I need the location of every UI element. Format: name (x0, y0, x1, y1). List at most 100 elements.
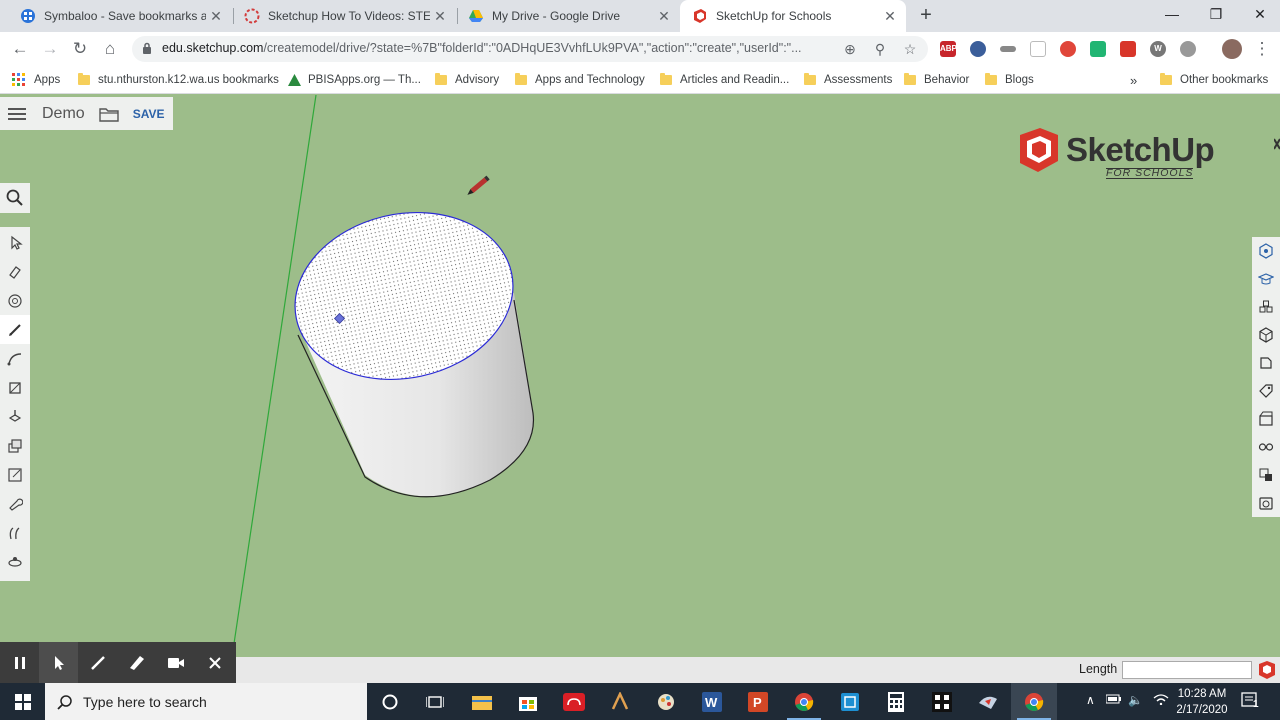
wifi-icon[interactable] (1153, 693, 1169, 708)
display-icon[interactable] (1252, 433, 1280, 461)
bookmarks-overflow-icon[interactable]: » (1130, 72, 1137, 88)
outliner-icon[interactable] (1252, 461, 1280, 489)
minimize-icon[interactable]: — (1150, 0, 1194, 30)
close-icon[interactable] (195, 642, 234, 683)
star-icon[interactable]: ☆ (900, 39, 920, 59)
tab-google-drive[interactable]: My Drive - Google Drive ✕ (456, 0, 680, 32)
sketchup-taskbar-icon[interactable] (965, 683, 1011, 720)
paint-bucket-tool-icon[interactable] (0, 286, 30, 315)
extension-megaphone-icon[interactable] (1120, 41, 1136, 57)
push-pull-tool-icon[interactable] (0, 402, 30, 431)
close-icon[interactable]: ✕ (654, 8, 674, 25)
pen-icon[interactable] (78, 642, 117, 683)
task-view-icon[interactable] (412, 683, 458, 720)
bookmark-blogs[interactable]: Blogs (985, 72, 1034, 88)
bookmark-other[interactable]: Other bookmarks (1160, 72, 1268, 88)
arc-tool-icon[interactable] (0, 344, 30, 373)
styles-icon[interactable] (1252, 349, 1280, 377)
scale-tool-icon[interactable] (0, 460, 30, 489)
open-folder-icon[interactable] (98, 106, 119, 122)
paint-app-icon[interactable] (643, 683, 689, 720)
components-icon[interactable] (1252, 293, 1280, 321)
maximize-icon[interactable]: ❐ (1194, 0, 1238, 30)
zoom-icon[interactable]: ⚲ (870, 39, 890, 59)
chevron-up-icon[interactable]: ∧ (1086, 693, 1095, 707)
sketchup-status-icon[interactable] (1258, 660, 1276, 680)
orbit-tool-icon[interactable] (0, 518, 30, 547)
bookmark-advisory[interactable]: Advisory (435, 72, 499, 88)
materials-icon[interactable] (1252, 321, 1280, 349)
reload-icon[interactable]: ↻ (68, 37, 92, 61)
sketch-app-icon[interactable] (597, 683, 643, 720)
eraser-tool-icon[interactable] (0, 257, 30, 286)
select-tool-icon[interactable] (0, 228, 30, 257)
hamburger-icon[interactable] (8, 107, 26, 120)
pause-icon[interactable] (0, 642, 39, 683)
file-explorer-icon[interactable] (459, 683, 505, 720)
bookmark-articles[interactable]: Articles and Readin... (660, 72, 789, 88)
extension-cloud-icon[interactable] (970, 41, 986, 57)
tab-symbaloo[interactable]: Symbaloo - Save bookmarks and ✕ (8, 0, 232, 32)
extension-misc-icon[interactable] (1180, 41, 1196, 57)
chrome-icon[interactable] (781, 683, 827, 720)
bookmark-assessments[interactable]: Assessments (804, 72, 892, 88)
entity-info-icon[interactable] (1252, 237, 1280, 265)
windows-start-icon[interactable] (0, 683, 45, 720)
bookmark-pbisapps[interactable]: PBISApps.org — Th... (288, 72, 421, 88)
calculator-icon[interactable] (873, 683, 919, 720)
cortana-icon[interactable] (367, 683, 413, 720)
instructor-icon[interactable] (1252, 265, 1280, 293)
extension-key-icon[interactable] (1000, 46, 1016, 52)
extension-grammar-icon[interactable] (1090, 41, 1106, 57)
scenes-icon[interactable] (1252, 405, 1280, 433)
tab-sketchup-videos[interactable]: Sketchup How To Videos: STEM & ✕ (232, 0, 456, 32)
camera-icon[interactable] (156, 642, 195, 683)
word-icon[interactable]: W (689, 683, 735, 720)
tab-sketchup-schools[interactable]: SketchUp for Schools ✕ (680, 0, 906, 32)
window-close-icon[interactable]: ✕ (1238, 0, 1280, 30)
bookmark-stu[interactable]: stu.nthurston.k12.wa.us bookmarks (78, 72, 279, 88)
avatar[interactable] (1222, 39, 1242, 59)
notification-icon[interactable]: 1 (1240, 691, 1262, 713)
move-tool-icon[interactable] (0, 431, 30, 460)
volume-icon[interactable]: 🔈 (1128, 693, 1143, 707)
extension-doc-icon[interactable] (1030, 41, 1046, 57)
bookmark-apps[interactable]: Apps (12, 72, 60, 88)
chrome-active-icon[interactable] (1011, 683, 1057, 720)
wordpress-icon[interactable]: W (1150, 41, 1166, 57)
battery-icon[interactable] (1105, 693, 1122, 707)
bookmark-behavior[interactable]: Behavior (904, 72, 969, 88)
code-app-icon[interactable] (919, 683, 965, 720)
walk-tool-icon[interactable] (0, 547, 30, 576)
close-icon[interactable]: ✕ (430, 8, 450, 25)
close-panel-icon[interactable] (1273, 135, 1280, 185)
forward-icon[interactable]: → (38, 37, 62, 61)
menu-dots-icon[interactable]: ⋮ (1250, 37, 1274, 61)
cursor-icon[interactable] (39, 642, 78, 683)
rectangle-tool-icon[interactable] (0, 373, 30, 402)
install-app-icon[interactable]: ⊕ (840, 39, 860, 59)
document-name[interactable]: Demo (42, 105, 85, 123)
measurement-input[interactable] (1122, 661, 1252, 679)
tape-measure-tool-icon[interactable] (0, 489, 30, 518)
taskbar-search[interactable]: Type here to search (45, 683, 367, 720)
system-clock[interactable]: 10:28 AM 2/17/2020 (1172, 686, 1232, 718)
tags-icon[interactable] (1252, 377, 1280, 405)
store-icon[interactable] (505, 683, 551, 720)
close-icon[interactable]: ✕ (206, 8, 226, 25)
search-icon[interactable] (0, 183, 30, 213)
close-icon[interactable]: ✕ (880, 8, 900, 25)
adobe-cloud-icon[interactable] (551, 683, 597, 720)
powerpoint-icon[interactable]: P (735, 683, 781, 720)
address-bar[interactable]: edu.sketchup.com/createmodel/drive/?stat… (132, 36, 928, 62)
home-icon[interactable]: ⌂ (98, 37, 122, 61)
back-icon[interactable]: ← (8, 37, 32, 61)
new-tab-button[interactable]: + (914, 4, 938, 28)
solid-inspector-icon[interactable] (1252, 489, 1280, 517)
highlighter-icon[interactable] (117, 642, 156, 683)
bookmark-apps-technology[interactable]: Apps and Technology (515, 72, 645, 88)
pencil-tool-icon[interactable] (0, 315, 30, 344)
extension-record-icon[interactable] (1060, 41, 1076, 57)
adblock-icon[interactable]: ABP (940, 41, 957, 57)
save-button[interactable]: SAVE (133, 107, 165, 121)
